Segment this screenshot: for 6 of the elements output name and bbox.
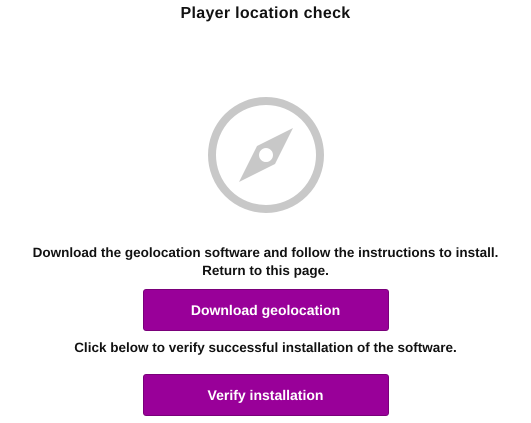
- verify-instructions-text: Click below to verify successful installation of the software.: [74, 339, 457, 357]
- page-title: Player location check: [180, 5, 350, 23]
- verify-button[interactable]: Verify installation: [142, 374, 388, 416]
- instructions-text: Download the geolocation software and follow the instructions to install. Return to this page.: [32, 244, 500, 280]
- compass-icon: [206, 96, 324, 214]
- download-button[interactable]: Download geolocation: [142, 289, 388, 331]
